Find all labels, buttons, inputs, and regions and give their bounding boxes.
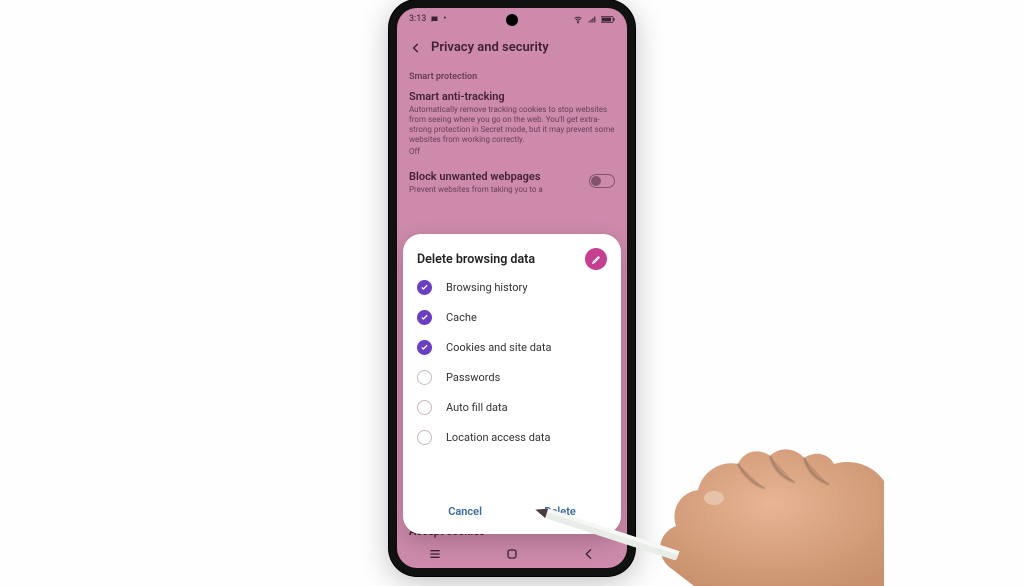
option-row[interactable]: Auto fill data (417, 400, 607, 415)
option-row[interactable]: Cache (417, 310, 607, 325)
status-more-icon: • (443, 14, 446, 24)
setting-block-unwanted[interactable]: Block unwanted webpages Prevent websites… (409, 170, 615, 195)
checkbox[interactable] (417, 340, 432, 355)
option-row[interactable]: Cookies and site data (417, 340, 607, 355)
android-nav-bar (397, 540, 627, 568)
pencil-icon (591, 254, 602, 265)
option-label: Location access data (446, 431, 550, 444)
option-label: Passwords (446, 371, 500, 384)
option-label: Browsing history (446, 281, 528, 294)
dialog-options: Browsing history Cache Cookies and site da… (417, 280, 607, 491)
back-nav-icon[interactable] (581, 546, 597, 562)
check-icon (420, 283, 429, 292)
check-icon (420, 343, 429, 352)
signal-icon (587, 15, 597, 24)
screen: 3:13 • Privacy and security Smart protec… (397, 8, 627, 568)
message-icon (430, 15, 439, 24)
back-icon[interactable] (409, 41, 423, 55)
cancel-button[interactable]: Cancel (438, 501, 492, 522)
option-label: Cache (446, 311, 477, 324)
checkbox[interactable] (417, 310, 432, 325)
edit-button[interactable] (585, 248, 607, 270)
setting-desc: Automatically remove tracking cookies to… (409, 105, 615, 145)
setting-smart-anti-tracking[interactable]: Smart anti-tracking Automatically remove… (409, 90, 615, 156)
wifi-icon (573, 15, 583, 24)
battery-icon (601, 15, 615, 24)
setting-title: Block unwanted webpages (409, 170, 615, 183)
checkbox[interactable] (417, 280, 432, 295)
setting-title: Smart anti-tracking (409, 90, 615, 103)
setting-state: Off (409, 147, 615, 156)
hand (624, 446, 884, 586)
section-label-smart-protection: Smart protection (409, 72, 615, 82)
setting-desc: Prevent websites from taking you to a (409, 185, 615, 195)
home-icon[interactable] (504, 546, 520, 562)
recents-icon[interactable] (427, 546, 443, 562)
delete-button[interactable]: Delete (534, 501, 585, 522)
toggle-block-unwanted[interactable] (589, 174, 615, 188)
phone-frame: 3:13 • Privacy and security Smart protec… (389, 0, 635, 576)
option-label: Auto fill data (446, 401, 508, 414)
delete-browsing-data-dialog: Delete browsing data Browsing history Cac… (403, 234, 621, 534)
dialog-title: Delete browsing data (417, 252, 535, 267)
checkbox[interactable] (417, 430, 432, 445)
checkbox[interactable] (417, 370, 432, 385)
checkbox[interactable] (417, 400, 432, 415)
option-label: Cookies and site data (446, 341, 551, 354)
status-time: 3:13 (409, 14, 426, 24)
option-row[interactable]: Browsing history (417, 280, 607, 295)
page-header: Privacy and security (397, 34, 627, 61)
front-camera (506, 14, 518, 26)
option-row[interactable]: Location access data (417, 430, 607, 445)
option-row[interactable]: Passwords (417, 370, 607, 385)
check-icon (420, 313, 429, 322)
page-title: Privacy and security (431, 40, 549, 55)
